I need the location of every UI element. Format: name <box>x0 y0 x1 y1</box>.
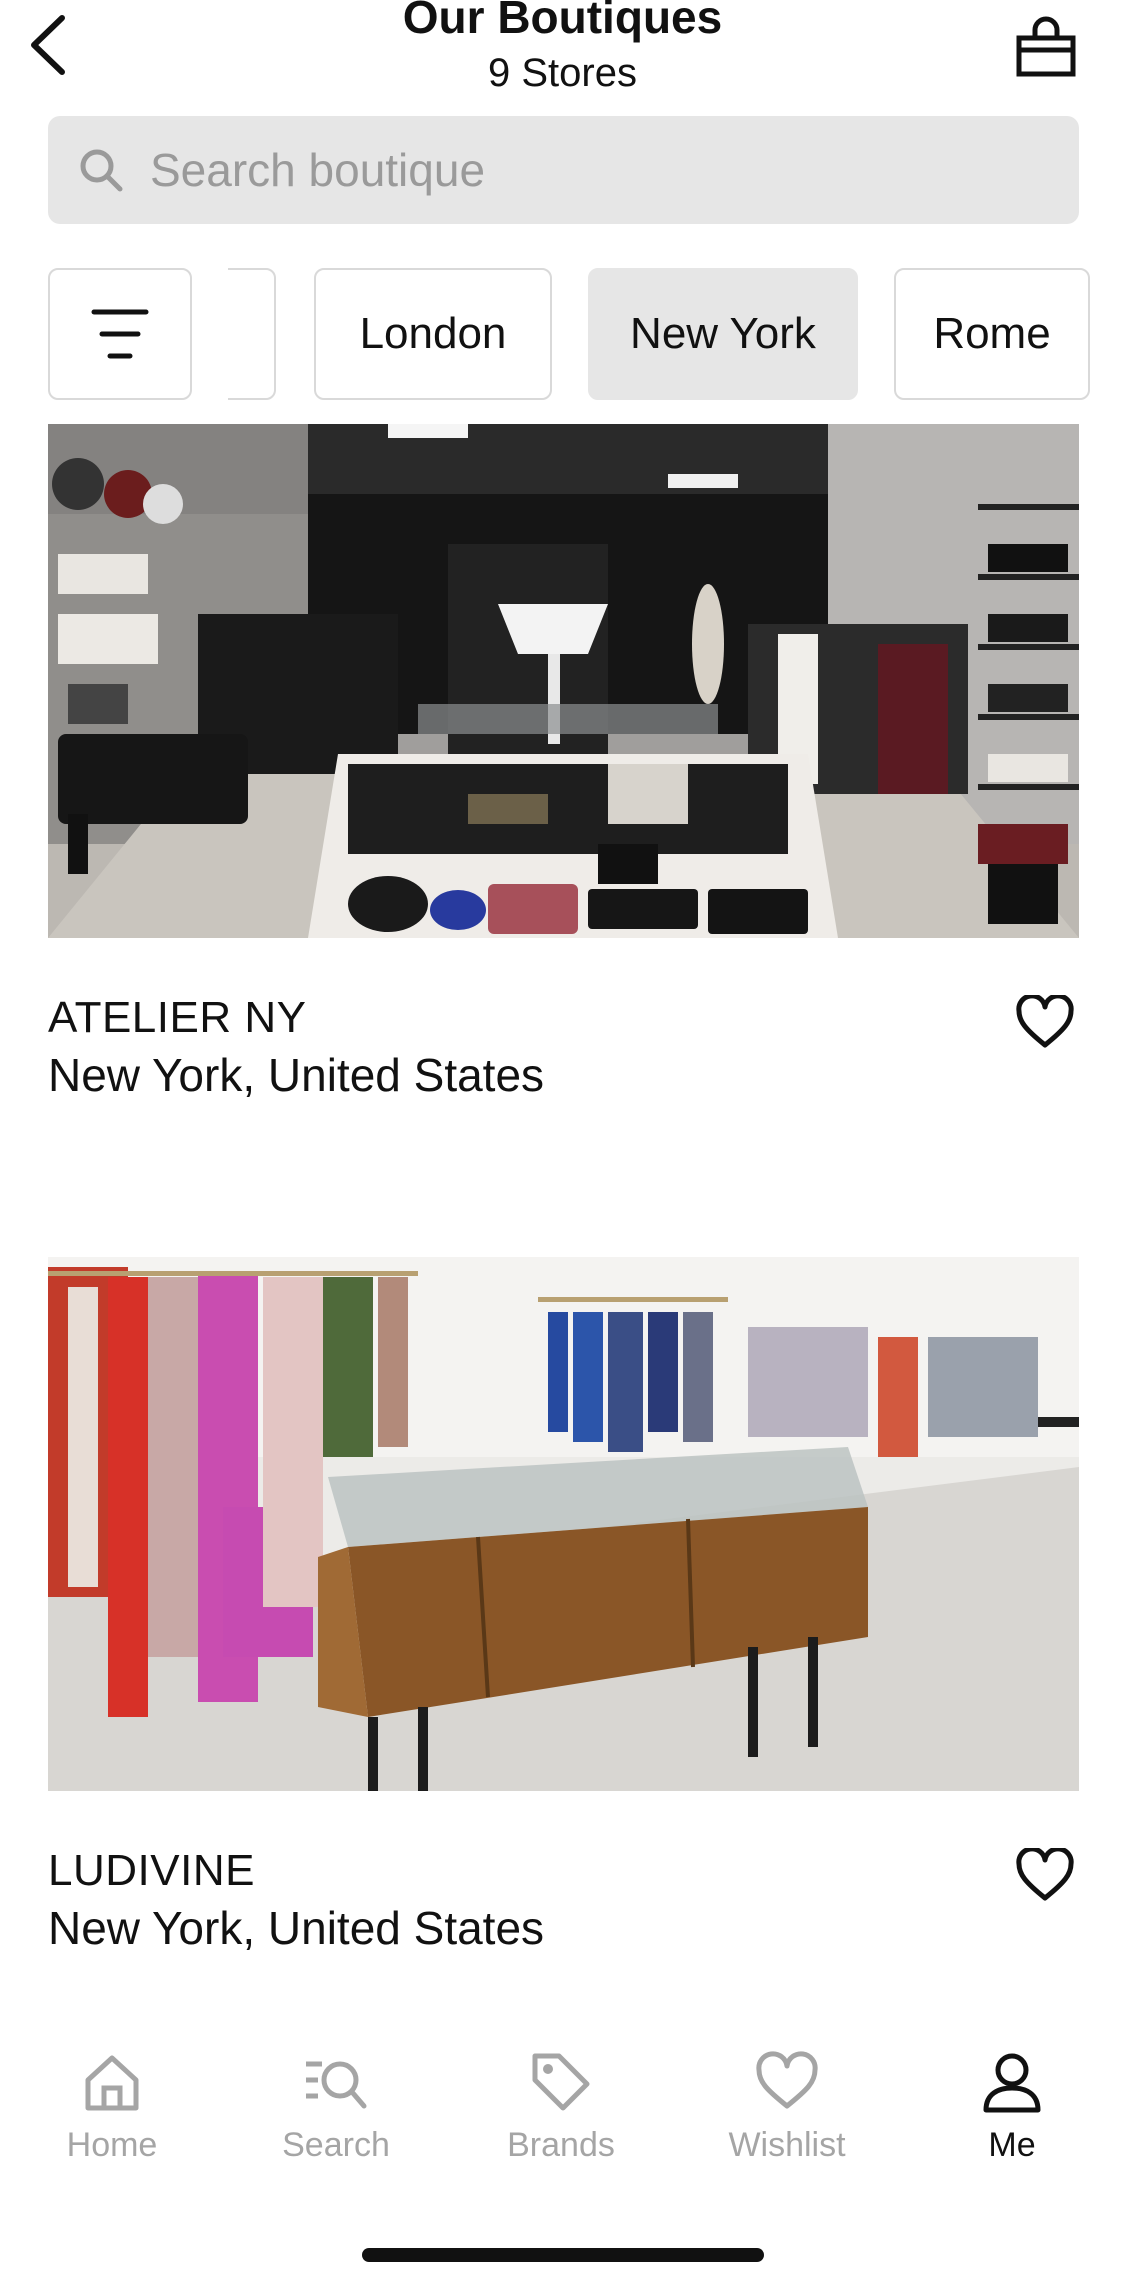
tab-label: Wishlist <box>728 2126 846 2164</box>
tab-me[interactable]: Me <box>912 2050 1112 2190</box>
tab-label: Search <box>282 2126 390 2164</box>
bottom-tab-bar: Home Search Brands Wishlist Me <box>0 2030 1125 2200</box>
shopping-bag-icon <box>1016 16 1076 77</box>
store-name: LUDIVINE <box>48 1846 255 1895</box>
store-location: New York, United States <box>48 1049 545 1101</box>
store-card[interactable]: LUDIVINE New York, United States <box>48 1257 1079 1957</box>
search-input[interactable] <box>150 143 1050 197</box>
heart-icon <box>1016 995 1074 1048</box>
filter-button[interactable] <box>48 268 192 400</box>
store-card[interactable]: ATELIER NY New York, United States <box>48 424 1079 1104</box>
chip-new-york[interactable]: New York <box>588 268 858 400</box>
bag-button[interactable] <box>1011 12 1081 82</box>
filter-icon <box>91 309 149 359</box>
store-image[interactable] <box>48 424 1079 938</box>
wishlist-button[interactable] <box>1011 988 1079 1056</box>
tab-search[interactable]: Search <box>236 2050 436 2190</box>
tag-icon <box>532 2053 590 2111</box>
tab-wishlist[interactable]: Wishlist <box>687 2050 887 2190</box>
chip-london[interactable]: London <box>314 268 552 400</box>
heart-icon <box>756 2051 818 2109</box>
city-filter-bar: Milan London New York Rome <box>0 268 1125 400</box>
header-titles: Our Boutiques 9 Stores <box>0 0 1125 98</box>
page-title: Our Boutiques <box>402 0 723 43</box>
store-count: 9 Stores <box>488 51 637 95</box>
store-interior-image <box>48 1257 1079 1791</box>
home-indicator[interactable] <box>362 2248 764 2262</box>
search-bar[interactable] <box>48 116 1079 224</box>
person-icon <box>983 2053 1041 2113</box>
search-list-icon <box>306 2061 367 2109</box>
store-image[interactable] <box>48 1257 1079 1791</box>
chip-milan[interactable]: Milan <box>228 268 276 400</box>
tab-home[interactable]: Home <box>12 2050 212 2190</box>
search-icon <box>80 149 123 192</box>
store-name: ATELIER NY <box>48 993 307 1042</box>
tab-label: Home <box>66 2126 158 2164</box>
heart-icon <box>1016 1848 1074 1901</box>
tab-label: Brands <box>507 2126 615 2164</box>
chip-clip-milan: Milan <box>228 268 278 400</box>
wishlist-button[interactable] <box>1011 1841 1079 1909</box>
tab-label: Me <box>988 2126 1036 2164</box>
chip-rome[interactable]: Rome <box>894 268 1090 400</box>
home-icon <box>85 2055 139 2111</box>
boutiques-screen: Our Boutiques 9 Stores Mila <box>0 0 1125 2284</box>
store-interior-image <box>48 424 1079 938</box>
store-location: New York, United States <box>48 1902 545 1954</box>
tab-brands[interactable]: Brands <box>461 2050 661 2190</box>
header: Our Boutiques 9 Stores <box>0 0 1125 110</box>
